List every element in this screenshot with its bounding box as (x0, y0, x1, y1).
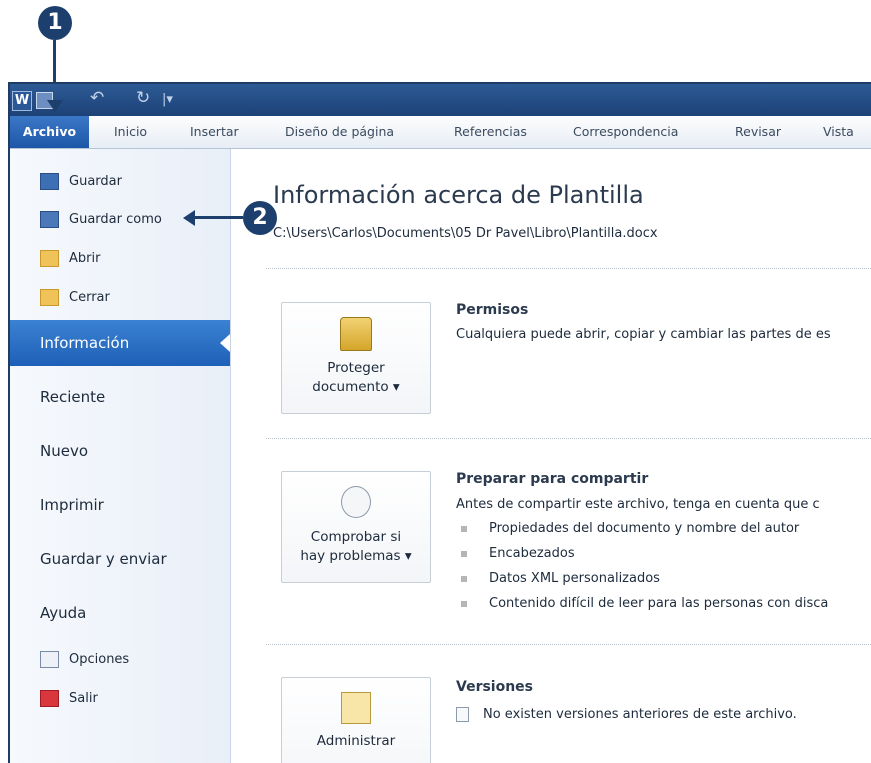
backstage-nav: Guardar Guardar como Abrir Cerrar Inform… (10, 149, 231, 763)
info-panel: Información acerca de Plantilla C:\Users… (231, 149, 871, 763)
comprobar-problemas-button[interactable]: Comprobar si hay problemas ▾ (281, 471, 431, 583)
nav-reciente[interactable]: Reciente (10, 374, 230, 420)
customize-toolbar-icon[interactable]: |▾ (162, 92, 173, 107)
tab-revisar[interactable]: Revisar (735, 116, 781, 148)
documento-label: documento ▾ (312, 379, 400, 395)
guardar-command[interactable]: Guardar (40, 171, 122, 191)
tab-archivo[interactable]: Archivo (10, 116, 89, 148)
callout-step-2: 2 (243, 201, 277, 235)
guardar-label: Guardar (69, 173, 122, 189)
bullet-contenido: Contenido difícil de leer para las perso… (461, 596, 828, 611)
page-title: Información acerca de Plantilla (273, 181, 644, 209)
tab-referencias[interactable]: Referencias (454, 116, 527, 148)
tab-vista[interactable]: Vista (823, 116, 854, 148)
undo-icon[interactable]: ↶ (90, 88, 104, 108)
administrar-label: Administrar (316, 733, 396, 749)
tab-diseno-de-pagina[interactable]: Diseño de página (285, 116, 394, 148)
redo-icon[interactable]: ↻ (136, 88, 150, 108)
callout-step-1: 1 (38, 6, 72, 40)
exit-icon (40, 689, 59, 707)
nav-ayuda[interactable]: Ayuda (10, 590, 230, 636)
opciones-command[interactable]: Opciones (40, 649, 129, 669)
permisos-heading: Permisos (456, 302, 529, 318)
open-folder-icon (40, 249, 59, 267)
versiones-heading: Versiones (456, 679, 534, 695)
section-divider (266, 268, 871, 269)
guardar-como-label: Guardar como (69, 211, 162, 227)
salir-command[interactable]: Salir (40, 688, 98, 708)
administrar-versiones-button[interactable]: Administrar (281, 677, 431, 763)
salir-label: Salir (69, 690, 98, 706)
bullet-text: Contenido difícil de leer para las perso… (489, 596, 829, 611)
nav-imprimir[interactable]: Imprimir (10, 482, 230, 528)
abrir-command[interactable]: Abrir (40, 248, 100, 268)
bullet-text: Encabezados (489, 546, 575, 561)
hay-problemas-text: hay problemas (300, 548, 401, 564)
callout-2-arrow (193, 216, 243, 219)
permisos-text: Cualquiera puede abrir, copiar y cambiar… (456, 327, 831, 342)
document-path: C:\Users\Carlos\Documents\05 Dr Pavel\Li… (273, 226, 658, 241)
callout-1-arrowhead (47, 100, 63, 112)
preparar-heading: Preparar para compartir (456, 471, 649, 487)
quick-access-toolbar: W ↶ ↻ |▾ (10, 84, 871, 116)
cerrar-command[interactable]: Cerrar (40, 287, 110, 307)
bullet-text: Propiedades del documento y nombre del a… (489, 521, 800, 536)
comprobar-label: Comprobar si (310, 529, 402, 545)
close-folder-icon (40, 288, 59, 306)
versions-icon (341, 692, 371, 724)
proteger-documento-button[interactable]: Proteger documento ▾ (281, 302, 431, 414)
save-as-icon (40, 210, 59, 228)
nav-nuevo[interactable]: Nuevo (10, 428, 230, 474)
versiones-text: No existen versiones anteriores de este … (456, 707, 797, 722)
nav-guardar-y-enviar[interactable]: Guardar y enviar (10, 536, 230, 582)
preparar-text: Antes de compartir este archivo, tenga e… (456, 497, 820, 512)
nav-informacion[interactable]: Información (10, 320, 230, 366)
section-divider (266, 644, 871, 645)
tab-insertar[interactable]: Insertar (190, 116, 239, 148)
ribbon-tabs: Archivo Inicio Insertar Diseño de página… (10, 116, 871, 149)
callout-2-arrowhead (183, 210, 195, 226)
tab-correspondencia[interactable]: Correspondencia (573, 116, 678, 148)
proteger-label: Proteger (327, 360, 385, 376)
word-window: W ↶ ↻ |▾ Archivo Inicio Insertar Diseño … (8, 82, 871, 763)
abrir-label: Abrir (69, 250, 101, 266)
bullet-datos-xml: Datos XML personalizados (461, 571, 660, 586)
versiones-message: No existen versiones anteriores de este … (483, 707, 797, 722)
save-icon (40, 172, 59, 190)
lock-key-icon (340, 317, 372, 351)
bullet-encabezados: Encabezados (461, 546, 575, 561)
opciones-label: Opciones (69, 651, 130, 667)
cerrar-label: Cerrar (69, 289, 110, 305)
section-divider (266, 438, 871, 439)
tab-inicio[interactable]: Inicio (114, 116, 147, 148)
bullet-propiedades: Propiedades del documento y nombre del a… (461, 521, 799, 536)
guardar-como-command[interactable]: Guardar como (40, 209, 162, 229)
checklist-icon (341, 486, 371, 518)
version-doc-icon (456, 707, 469, 722)
hay-problemas-label: hay problemas ▾ (300, 548, 412, 564)
bullet-text: Datos XML personalizados (489, 571, 660, 586)
word-app-icon[interactable]: W (12, 91, 32, 111)
documento-text: documento (312, 379, 389, 395)
options-icon (40, 650, 59, 668)
